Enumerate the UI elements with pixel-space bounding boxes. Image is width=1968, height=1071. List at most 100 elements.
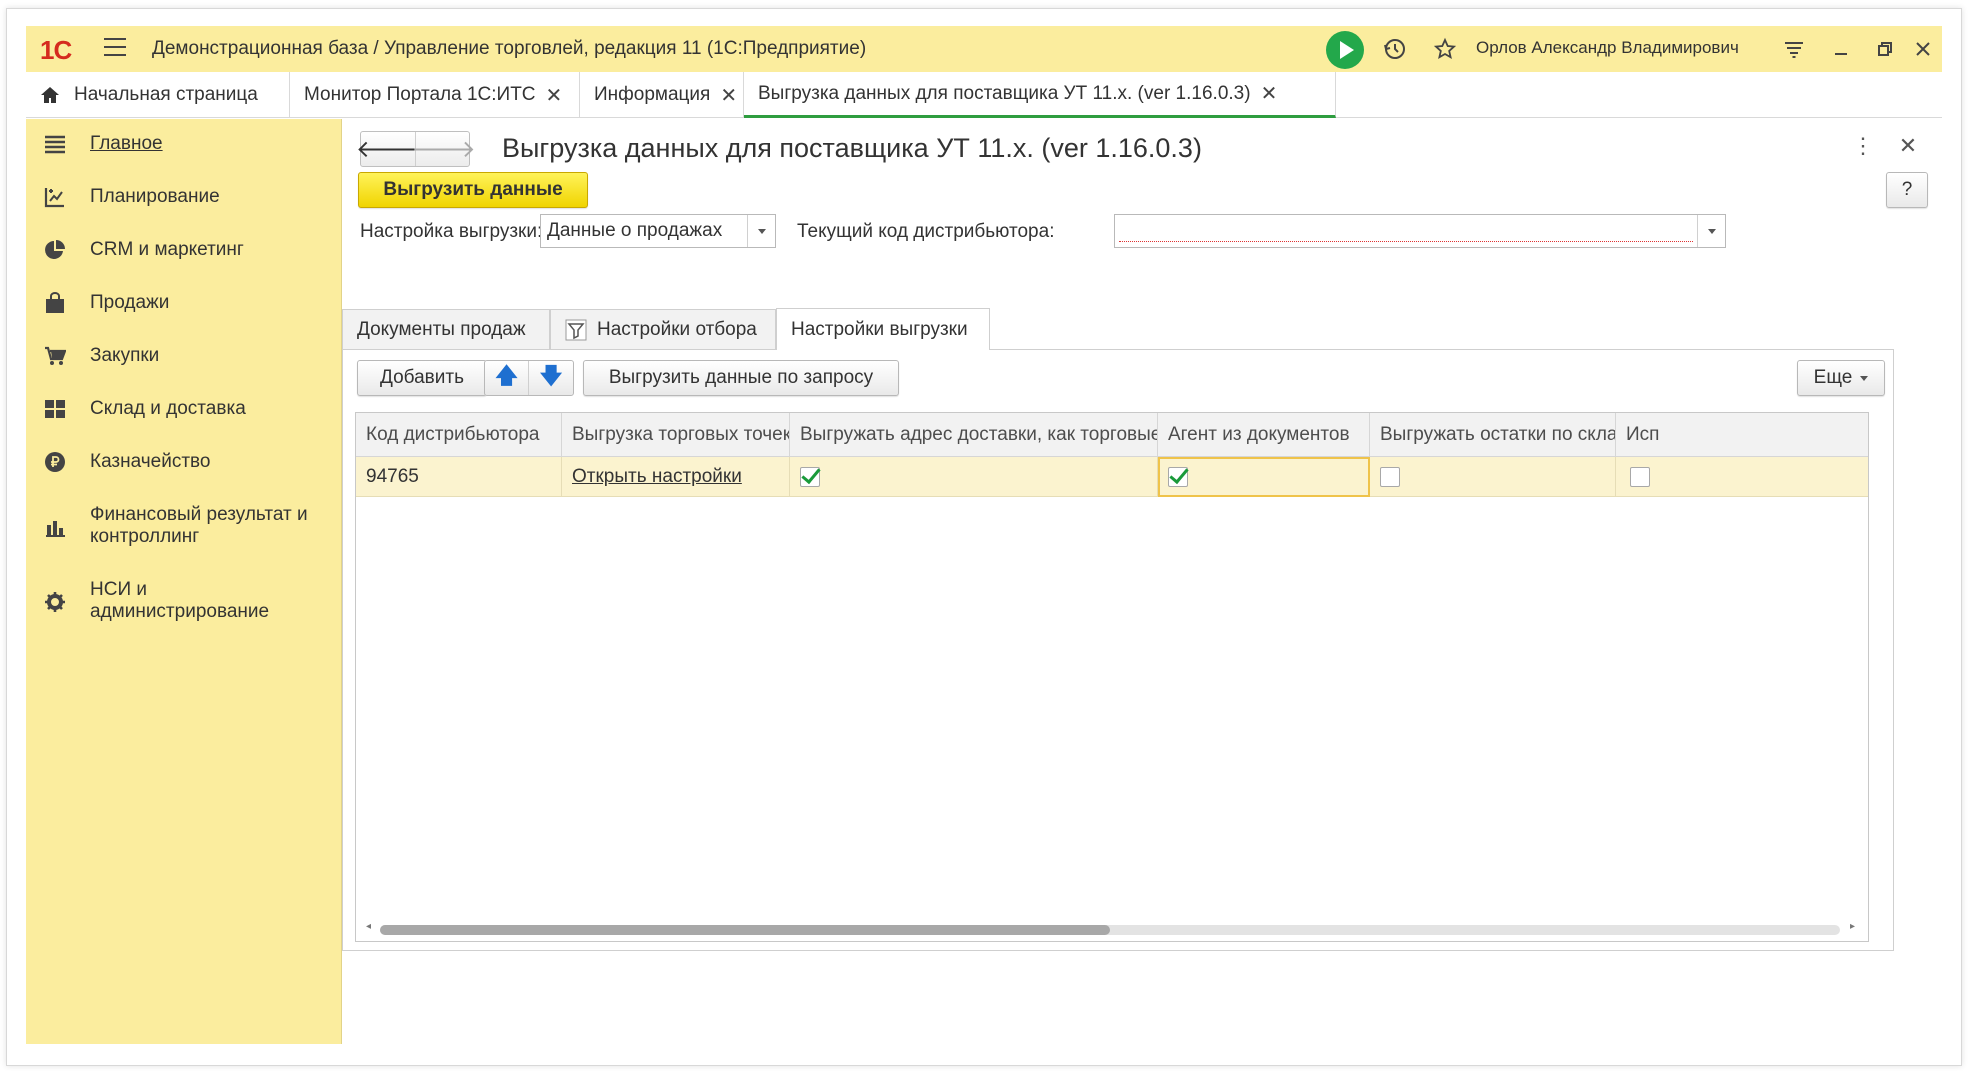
stock-by-warehouse-cell[interactable] <box>1370 457 1616 497</box>
more-button[interactable]: Еще <box>1797 360 1885 396</box>
sidebar-item-label: Склад и доставка <box>90 398 246 419</box>
column-header[interactable]: Выгрузка торговых точек/... <box>562 413 790 457</box>
tab-supplier-export[interactable]: Выгрузка данных для поставщика УТ 11.x. … <box>744 72 1336 118</box>
delivery-address-cell[interactable] <box>790 457 1158 497</box>
export-by-request-button[interactable]: Выгрузить данные по запросу <box>583 360 899 396</box>
use-checkbox[interactable] <box>1630 467 1650 487</box>
close-tab-icon[interactable]: ✕ <box>720 83 737 108</box>
sidebar-item-warehouse[interactable]: Склад и доставка <box>44 398 246 420</box>
app-title: Демонстрационная база / Управление торго… <box>152 38 867 59</box>
sections-sidebar: Главное Планирование CRM и маркетинг Про… <box>26 119 342 1044</box>
sidebar-item-sales[interactable]: Продажи <box>44 292 169 314</box>
chevron-down-icon <box>1860 375 1869 381</box>
column-header[interactable]: Код дистрибьютора <box>356 413 562 457</box>
star-icon[interactable] <box>1428 33 1462 65</box>
close-window-icon[interactable] <box>1906 33 1940 65</box>
settings-menu-icon[interactable] <box>1777 33 1811 65</box>
tab-label: Документы продаж <box>357 318 526 340</box>
sidebar-item-crm[interactable]: CRM и маркетинг <box>44 239 244 261</box>
sidebar-item-label: Планирование <box>90 186 220 207</box>
table-row[interactable]: 94765 Открыть настройки <box>356 457 1868 497</box>
sidebar-item-main[interactable]: Главное <box>44 133 163 155</box>
tab-label: Настройки отбора <box>597 318 757 340</box>
sidebar-item-treasury[interactable]: Казначейство <box>44 451 211 473</box>
distributor-code-label: Текущий код дистрибьютора: <box>797 221 1055 242</box>
hamburger-menu-icon[interactable] <box>104 38 126 58</box>
warehouse-icon <box>44 398 66 420</box>
forward-arrow-icon[interactable]: 🡒 <box>411 132 475 166</box>
distributors-table: Код дистрибьютора Выгрузка торговых точе… <box>355 412 1869 942</box>
sidebar-item-planning[interactable]: Планирование <box>44 186 220 208</box>
distributor-code-cell[interactable]: 94765 <box>356 457 562 497</box>
sidebar-item-label: CRM и маркетинг <box>90 239 244 260</box>
nav-buttons: 🡐 🡒 <box>356 131 476 167</box>
dropdown-arrow-icon[interactable] <box>747 215 775 247</box>
horizontal-scrollbar[interactable] <box>380 925 1840 935</box>
stock-by-warehouse-checkbox[interactable] <box>1380 467 1400 487</box>
move-down-icon[interactable]: 🡇 <box>529 361 573 395</box>
app-window: 1С Демонстрационная база / Управление то… <box>26 26 1942 1044</box>
tab-label: Информация <box>594 84 711 105</box>
sidebar-item-admin[interactable]: НСИ и администрирование <box>44 579 284 623</box>
button-label: Еще <box>1813 367 1853 388</box>
cart-icon <box>44 345 66 367</box>
1c-logo: 1С <box>40 35 72 65</box>
move-up-icon[interactable]: 🡅 <box>485 361 530 395</box>
column-header[interactable]: Выгружать адрес доставки, как торговые т… <box>790 413 1158 457</box>
filter-icon <box>565 319 587 341</box>
tab-label: Выгрузка данных для поставщика УТ 11.x. … <box>758 82 1251 104</box>
back-arrow-icon[interactable]: 🡐 <box>356 132 420 166</box>
list-icon <box>44 133 66 155</box>
pie-chart-icon <box>44 239 66 261</box>
user-name[interactable]: Орлов Александр Владимирович <box>1476 38 1739 58</box>
planning-icon <box>44 186 66 208</box>
distributor-code-input[interactable] <box>1114 214 1726 248</box>
close-tab-icon[interactable]: ✕ <box>546 83 563 108</box>
agent-from-docs-cell[interactable] <box>1158 457 1370 497</box>
add-button[interactable]: Добавить <box>357 360 487 396</box>
export-data-button[interactable]: Выгрузить данные <box>358 172 588 208</box>
tab-home[interactable]: Начальная страница <box>26 72 290 118</box>
column-header[interactable]: Исп <box>1616 413 1676 457</box>
scrollbar-thumb[interactable] <box>380 925 1110 935</box>
history-icon[interactable] <box>1378 33 1412 65</box>
open-settings-link[interactable]: Открыть настройки <box>572 466 742 488</box>
column-header[interactable]: Агент из документов <box>1158 413 1370 457</box>
gear-icon <box>44 591 66 613</box>
export-settings-select[interactable]: Данные о продажах <box>540 214 776 248</box>
bar-chart-icon <box>44 516 66 538</box>
help-button[interactable]: ? <box>1886 172 1928 208</box>
tab-sales-documents[interactable]: Документы продаж <box>342 309 550 349</box>
export-settings-panel: Добавить 🡅 🡇 Выгрузить данные по запросу… <box>342 349 1894 951</box>
more-actions-icon[interactable]: ⋮ <box>1852 133 1874 161</box>
form-content: 🡐 🡒 Выгрузка данных для поставщика УТ 11… <box>342 119 1942 1044</box>
tab-label: Начальная страница <box>74 84 258 105</box>
use-cell[interactable] <box>1616 457 1868 497</box>
bag-icon <box>44 292 66 314</box>
outlets-export-cell[interactable]: Открыть настройки <box>562 457 790 497</box>
ruble-icon <box>44 451 66 473</box>
sidebar-item-label: Главное <box>90 133 163 154</box>
page-title: Выгрузка данных для поставщика УТ 11.x. … <box>502 133 1202 163</box>
sidebar-item-label: Закупки <box>90 345 160 366</box>
agent-from-docs-checkbox[interactable] <box>1168 467 1188 487</box>
dropdown-arrow-icon[interactable] <box>1697 215 1725 247</box>
close-form-icon[interactable]: ✕ <box>1897 133 1919 161</box>
scroll-left-icon[interactable]: ◂ <box>366 921 371 932</box>
tab-export-settings[interactable]: Настройки выгрузки <box>776 308 990 350</box>
home-icon <box>40 86 60 104</box>
required-field-marker <box>1119 241 1693 242</box>
delivery-as-outlets-checkbox[interactable] <box>800 467 820 487</box>
close-tab-icon[interactable]: ✕ <box>1261 81 1278 106</box>
minimize-icon[interactable] <box>1824 33 1858 65</box>
tab-filter-settings[interactable]: Настройки отбора <box>550 309 776 349</box>
tab-information[interactable]: Информация ✕ <box>580 72 744 118</box>
column-header[interactable]: Выгружать остатки по складам <box>1370 413 1616 457</box>
sidebar-item-purchases[interactable]: Закупки <box>44 345 159 367</box>
sidebar-item-finance[interactable]: Финансовый результат и контроллинг <box>44 504 334 548</box>
scroll-right-icon[interactable]: ▸ <box>1850 921 1855 932</box>
tab-portal-monitor[interactable]: Монитор Портала 1С:ИТС ✕ <box>290 72 580 118</box>
tab-label: Настройки выгрузки <box>791 318 968 340</box>
play-icon[interactable] <box>1326 31 1364 69</box>
restore-icon[interactable] <box>1868 33 1902 65</box>
